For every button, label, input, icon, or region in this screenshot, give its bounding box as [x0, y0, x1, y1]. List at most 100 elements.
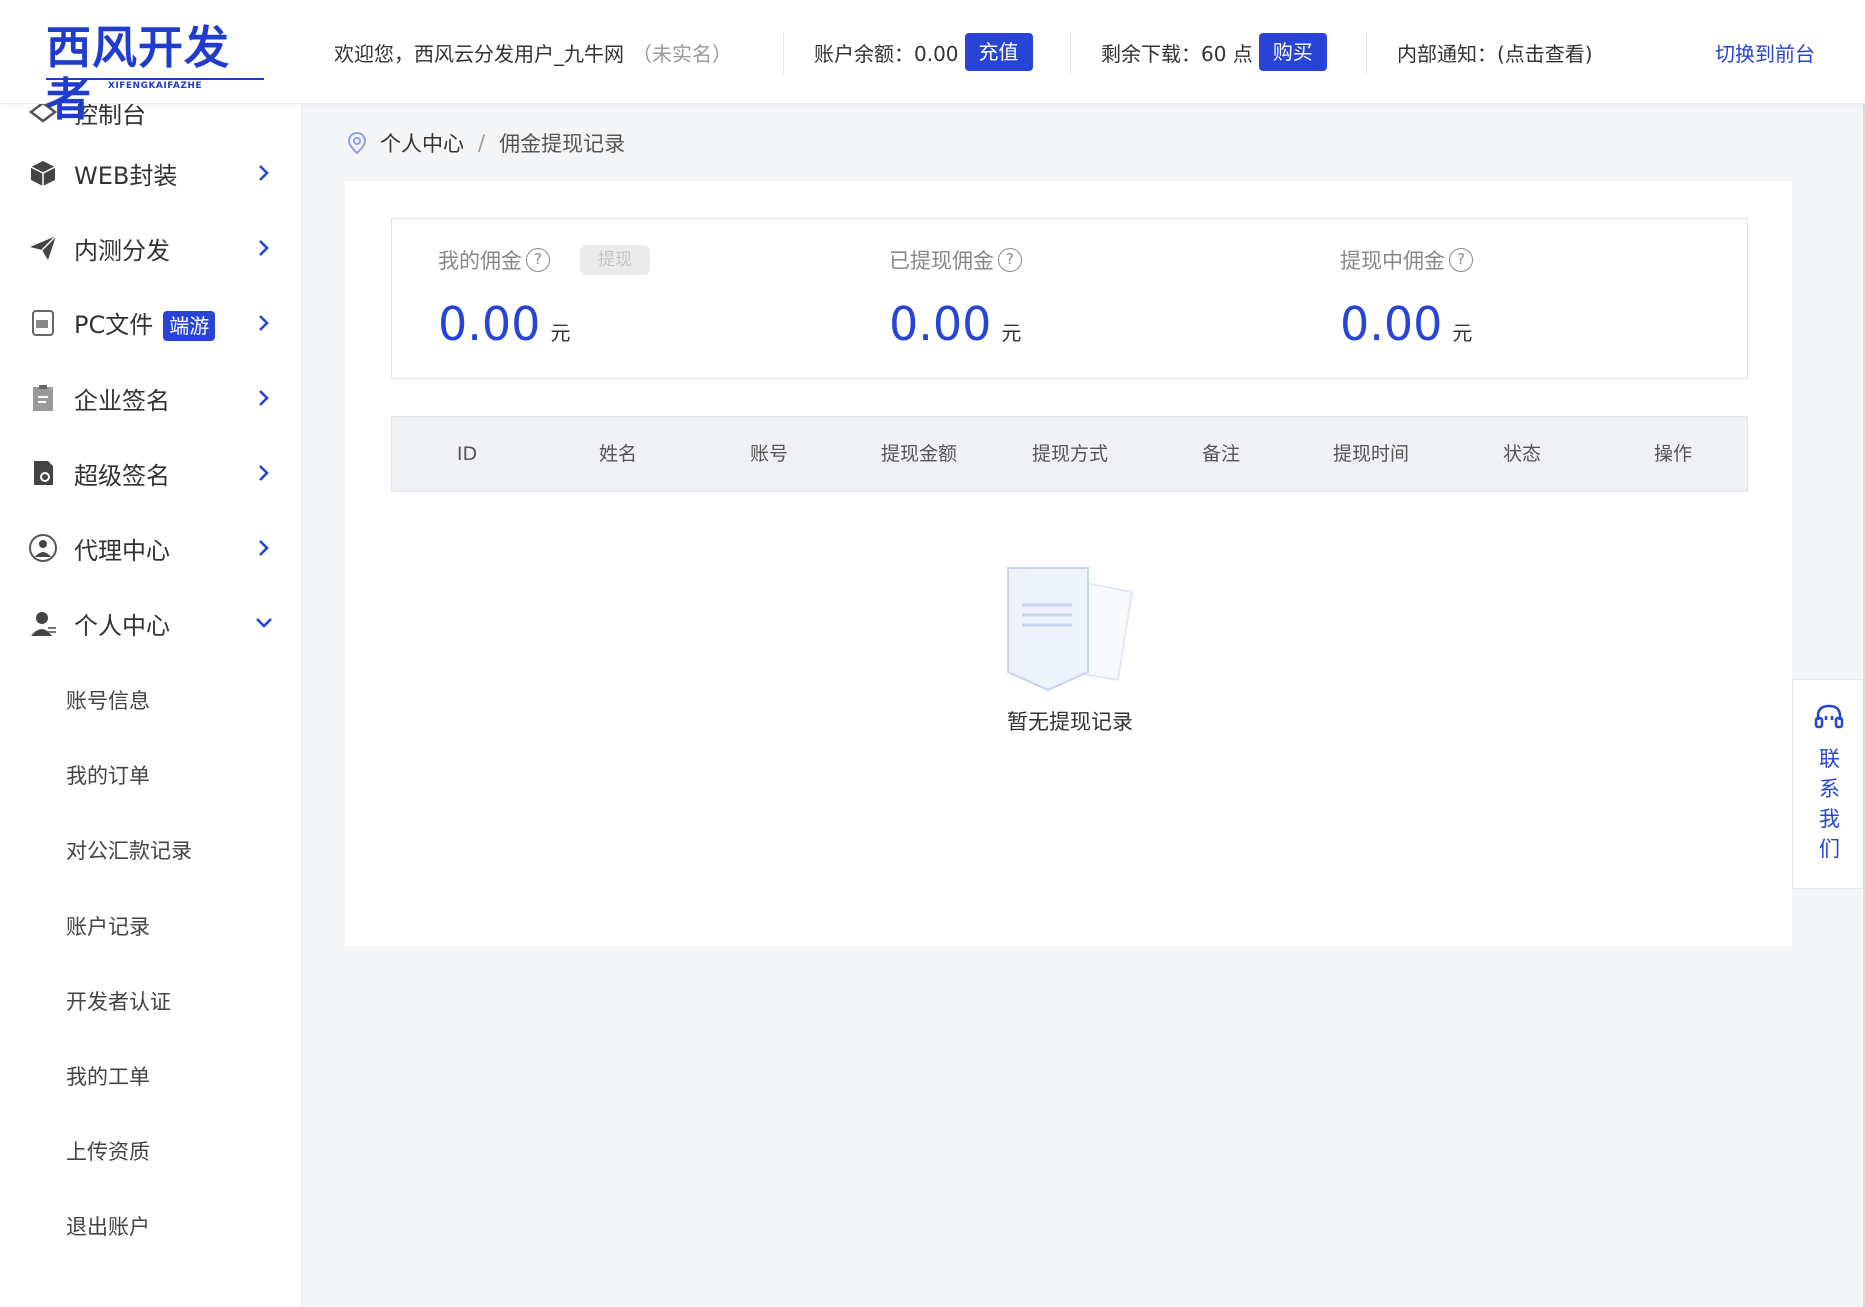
submenu-corporate-remittance[interactable]: 对公汇款记录 — [66, 835, 192, 865]
chevron-down-icon — [256, 618, 272, 628]
stat-title-text: 我的佣金 — [438, 249, 522, 273]
balance-area: 账户余额：0.00 充值 — [814, 0, 1033, 104]
column-header-actions: 操作 — [1653, 443, 1692, 465]
logo[interactable]: 西风开发者 XIFENGKAIFAZHE — [46, 22, 264, 126]
welcome-message: 欢迎您，西风云分发用户_九牛网 — [334, 41, 624, 66]
sidebar-item-label: PC文件 端游 — [74, 305, 216, 341]
stat-number: 0.00 — [438, 297, 541, 351]
paper-plane-icon — [30, 235, 57, 260]
sidebar: 控制台 WEB封装 内测分发 PC文件 端游 企业签名 超级签名 代理中心 个人中… — [0, 104, 302, 1307]
contact-us-float[interactable]: 联 系 我 们 — [1792, 679, 1865, 889]
recharge-button[interactable]: 充值 — [964, 33, 1033, 71]
contact-char: 系 — [1819, 777, 1840, 801]
sidebar-item-text: PC文件 — [74, 311, 154, 339]
notice-link[interactable]: 内部通知：(点击查看) — [1397, 0, 1593, 104]
sidebar-item-agent-center[interactable]: 代理中心 — [0, 518, 301, 578]
stat-number: 0.00 — [1340, 297, 1443, 351]
sidebar-item-label: 企业签名 — [74, 386, 170, 415]
stat-title-text: 已提现佣金 — [889, 249, 994, 273]
welcome-text: 欢迎您，西风云分发用户_九牛网 （未实名） — [334, 0, 732, 104]
help-icon[interactable]: ? — [526, 248, 550, 272]
chevron-right-icon — [259, 165, 269, 181]
help-icon[interactable]: ? — [998, 248, 1022, 272]
sidebar-item-label: 代理中心 — [74, 536, 170, 565]
submenu-my-tickets[interactable]: 我的工单 — [66, 1061, 150, 1091]
stat-title: 我的佣金 ? 提现 — [438, 245, 650, 275]
column-header-remark: 备注 — [1201, 443, 1240, 465]
breadcrumb-parent[interactable]: 个人中心 — [380, 128, 464, 158]
headset-icon — [1814, 704, 1844, 729]
column-header-method: 提现方式 — [1031, 443, 1108, 465]
submenu-my-orders[interactable]: 我的订单 — [66, 760, 150, 790]
submenu-developer-verification[interactable]: 开发者认证 — [66, 986, 171, 1016]
contact-char: 联 — [1819, 747, 1840, 771]
sidebar-item-label: 超级签名 — [74, 461, 170, 490]
sidebar-item-personal-center[interactable]: 个人中心 — [0, 593, 301, 653]
switch-link-label[interactable]: 切换到前台 — [1715, 38, 1815, 67]
location-icon — [347, 131, 367, 155]
breadcrumb-separator: / — [478, 131, 486, 155]
certificate-icon — [34, 461, 53, 485]
sidebar-item-enterprise-sign[interactable]: 企业签名 — [0, 368, 301, 428]
stat-unit: 元 — [1452, 321, 1473, 345]
breadcrumb: 个人中心 / 佣金提现记录 — [346, 128, 625, 158]
stat-number: 0.00 — [889, 297, 992, 351]
stat-value: 0.00 元 — [1340, 297, 1472, 351]
sidebar-item-beta-distribution[interactable]: 内测分发 — [0, 218, 301, 278]
chevron-right-icon — [259, 540, 269, 556]
column-header-name: 姓名 — [598, 443, 637, 465]
top-header: 西风开发者 XIFENGKAIFAZHE 欢迎您，西风云分发用户_九牛网 （未实… — [0, 0, 1865, 126]
pc-file-icon — [32, 310, 54, 336]
user-icon — [31, 612, 56, 636]
contact-char: 我 — [1819, 807, 1840, 831]
clipboard-icon — [33, 385, 53, 411]
submenu-upload-qualification[interactable]: 上传资质 — [66, 1136, 150, 1166]
header-divider — [1070, 32, 1071, 74]
notice-label[interactable]: 内部通知：(点击查看) — [1397, 38, 1593, 67]
contact-char: 们 — [1819, 837, 1840, 861]
stat-value: 0.00 元 — [438, 297, 570, 351]
chevron-right-icon — [259, 315, 269, 331]
sidebar-item-web-wrapper[interactable]: WEB封装 — [0, 143, 301, 203]
switch-frontend-link[interactable]: 切换到前台 — [1715, 0, 1815, 104]
header-divider — [1366, 32, 1367, 74]
column-header-time: 提现时间 — [1332, 443, 1409, 465]
sidebar-item-super-sign[interactable]: 超级签名 — [0, 443, 301, 503]
empty-state-text: 暂无提现记录 — [1007, 710, 1133, 734]
column-header-status: 状态 — [1502, 443, 1541, 465]
submenu-logout[interactable]: 退出账户 — [66, 1211, 150, 1241]
empty-state-icon — [1007, 567, 1134, 692]
stat-title-text: 提现中佣金 — [1340, 249, 1445, 273]
column-header-account: 账号 — [749, 443, 788, 465]
withdrawal-table-header: ID 姓名 账号 提现金额 提现方式 备注 提现时间 状态 操作 — [391, 416, 1748, 492]
sidebar-item-pc-file[interactable]: PC文件 端游 — [0, 293, 301, 353]
box-icon — [30, 161, 56, 186]
stat-title: 已提现佣金 ? — [889, 245, 1022, 275]
sidebar-item-label: WEB封装 — [74, 161, 178, 190]
chevron-right-icon — [259, 240, 269, 256]
header-divider — [783, 32, 784, 74]
buy-button[interactable]: 购买 — [1258, 33, 1327, 71]
logo-subtitle: XIFENGKAIFAZHE — [46, 78, 264, 92]
stat-title: 提现中佣金 ? — [1340, 245, 1473, 275]
balance-label: 账户余额：0.00 — [814, 41, 959, 66]
submenu-account-records[interactable]: 账户记录 — [66, 911, 150, 941]
help-icon[interactable]: ? — [1449, 248, 1473, 272]
chevron-right-icon — [259, 390, 269, 406]
stat-value: 0.00 元 — [889, 297, 1021, 351]
sidebar-item-label: 内测分发 — [74, 236, 170, 265]
column-header-id: ID — [456, 443, 478, 465]
chevron-right-icon — [259, 465, 269, 481]
realname-status[interactable]: （未实名） — [632, 38, 732, 67]
logo-text: 西风开发者 — [46, 21, 231, 126]
stat-unit: 元 — [1001, 321, 1022, 345]
submenu-account-info[interactable]: 账号信息 — [66, 685, 150, 715]
withdraw-button[interactable]: 提现 — [580, 245, 650, 275]
agent-icon — [29, 534, 57, 562]
downloads-area: 剩余下载：60 点 购买 — [1101, 0, 1327, 104]
sidebar-item-label: 个人中心 — [74, 611, 170, 640]
contact-us-label[interactable]: 联 系 我 们 — [1793, 744, 1865, 864]
column-header-amount: 提现金额 — [880, 443, 957, 465]
downloads-label: 剩余下载：60 点 — [1101, 41, 1253, 66]
game-badge: 端游 — [163, 311, 216, 341]
